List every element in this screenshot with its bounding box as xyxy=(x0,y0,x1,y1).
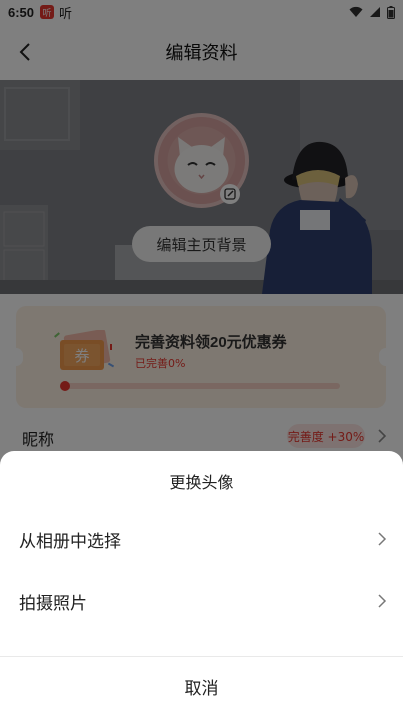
take-photo-option[interactable]: 拍摄照片 xyxy=(0,573,403,629)
option-label: 拍摄照片 xyxy=(19,594,87,614)
option-label: 从相册中选择 xyxy=(19,532,121,552)
chevron-right-icon xyxy=(378,594,387,608)
chevron-right-icon xyxy=(378,532,387,546)
sheet-title: 更换头像 xyxy=(169,473,234,492)
change-avatar-sheet: 更换头像 从相册中选择 拍摄照片 取消 xyxy=(0,451,403,716)
cancel-button[interactable]: 取消 xyxy=(0,657,403,716)
choose-from-album-option[interactable]: 从相册中选择 xyxy=(0,511,403,567)
